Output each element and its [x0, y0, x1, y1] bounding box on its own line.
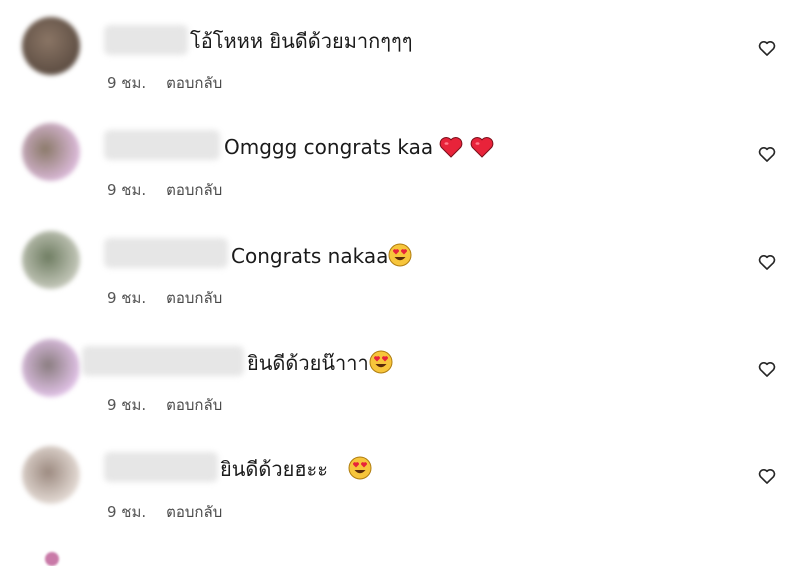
heart-eyes-emoji	[388, 243, 412, 267]
comment-text: ยินดีด้วยน๊าาา	[247, 350, 393, 375]
comment-text: ยินดีด้วยฮะะ	[220, 456, 372, 481]
comment-item: ยินดีด้วยฮะะ 9 ชม. ตอบกลับ	[0, 432, 800, 540]
comment-meta: 9 ชม. ตอบกลับ	[107, 286, 222, 310]
comment-body: Omggg congrats kaa	[224, 135, 434, 159]
comment-time: 9 ชม.	[107, 181, 147, 199]
comment-meta: 9 ชม. ตอบกลับ	[107, 178, 222, 202]
avatar[interactable]	[22, 446, 80, 504]
heart-outline-icon[interactable]	[757, 359, 777, 379]
comment-time: 9 ชม.	[107, 289, 147, 307]
heart-eyes-emoji	[369, 350, 393, 374]
avatar[interactable]	[22, 123, 80, 181]
comment-time: 9 ชม.	[107, 396, 147, 414]
red-heart-emoji	[470, 137, 494, 158]
comment-item: Omggg congrats kaa 9 ชม. ตอบกลับ	[0, 108, 800, 216]
heart-outline-icon[interactable]	[757, 144, 777, 164]
username-blurred[interactable]	[104, 238, 228, 268]
comment-meta: 9 ชม. ตอบกลับ	[107, 71, 222, 95]
heart-eyes-emoji	[348, 456, 372, 480]
comment-body: ยินดีด้วยฮะะ	[220, 457, 335, 481]
comment-text: Congrats nakaa	[231, 243, 412, 268]
comment-text: Omggg congrats kaa	[224, 135, 494, 159]
comment-body: โอ้โหหห ยินดีด้วยมากๆๆๆ	[190, 29, 413, 53]
comment-body: ยินดีด้วยน๊าาา	[247, 351, 369, 375]
red-heart-emoji	[440, 137, 463, 158]
comment-time: 9 ชม.	[107, 503, 147, 521]
comment-body: Congrats nakaa	[231, 244, 389, 268]
comment-meta: 9 ชม. ตอบกลับ	[107, 500, 222, 524]
comment-text: โอ้โหหห ยินดีด้วยมากๆๆๆ	[190, 29, 412, 53]
username-blurred[interactable]	[104, 130, 220, 160]
heart-outline-icon[interactable]	[757, 466, 777, 486]
heart-outline-icon[interactable]	[757, 252, 777, 272]
comment-list: โอ้โหหห ยินดีด้วยมากๆๆๆ 9 ชม. ตอบกลับ Om…	[0, 0, 800, 566]
username-blurred[interactable]	[82, 346, 244, 376]
avatar[interactable]	[22, 17, 80, 75]
comment-item: โอ้โหหห ยินดีด้วยมากๆๆๆ 9 ชม. ตอบกลับ	[0, 0, 800, 108]
heart-outline-icon[interactable]	[757, 38, 777, 58]
reply-button[interactable]: ตอบกลับ	[166, 393, 222, 417]
reply-button[interactable]: ตอบกลับ	[166, 286, 222, 310]
comment-meta: 9 ชม. ตอบกลับ	[107, 393, 222, 417]
username-blurred[interactable]	[104, 452, 218, 482]
avatar[interactable]	[45, 552, 59, 566]
avatar[interactable]	[22, 231, 80, 289]
comment-item: ยินดีด้วยน๊าาา 9 ชม. ตอบกลับ	[0, 324, 800, 432]
comment-item: Congrats nakaa 9 ชม. ตอบกลับ	[0, 216, 800, 324]
reply-button[interactable]: ตอบกลับ	[166, 500, 222, 524]
reply-button[interactable]: ตอบกลับ	[166, 178, 222, 202]
reply-button[interactable]: ตอบกลับ	[166, 71, 222, 95]
comment-time: 9 ชม.	[107, 74, 147, 92]
username-blurred[interactable]	[104, 25, 188, 55]
avatar[interactable]	[22, 339, 80, 397]
